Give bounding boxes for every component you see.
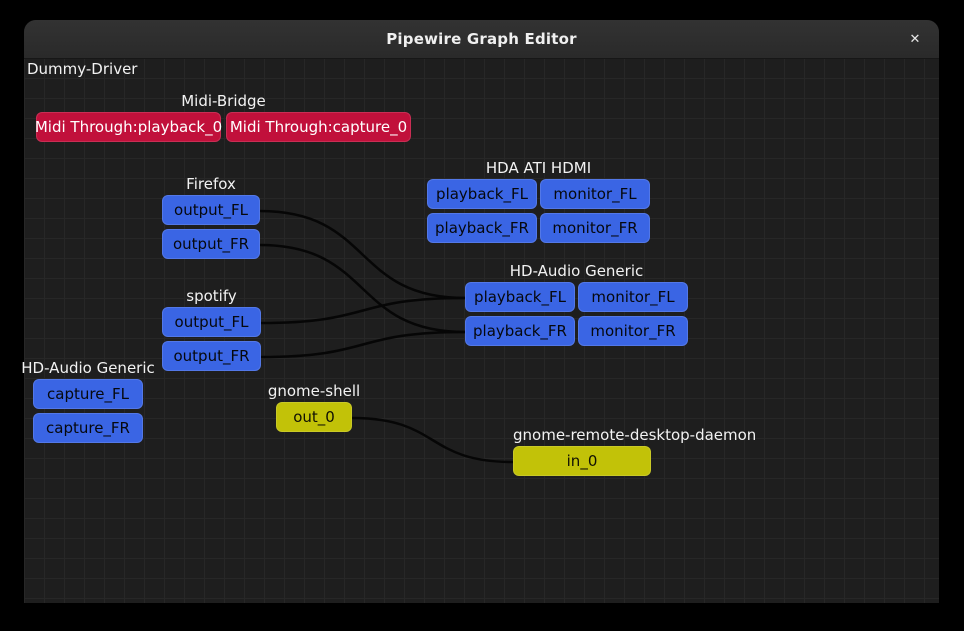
node-midi-bridge[interactable]: Midi-Bridge Midi Through:playback_0Midi T…	[36, 93, 411, 142]
port-monitor-fr[interactable]: monitor_FR	[540, 213, 650, 243]
node-title: Firefox	[162, 176, 260, 193]
port-output-fr[interactable]: output_FR	[162, 229, 260, 259]
node-firefox[interactable]: Firefox output_FL output_FR	[162, 176, 260, 259]
node-gnome-shell[interactable]: gnome-shell out_0	[276, 383, 352, 432]
port-grid: playback_FLmonitor_FLplayback_FRmonitor_…	[465, 282, 688, 346]
port-grid: output_FL output_FR	[162, 195, 260, 259]
node-layer: Dummy-Driver Midi-Bridge Midi Through:play…	[0, 0, 964, 631]
port-capture-fr[interactable]: capture_FR	[33, 413, 143, 443]
port-output-fl[interactable]: output_FL	[162, 307, 261, 337]
port-grid: playback_FLmonitor_FLplayback_FRmonitor_…	[427, 179, 650, 243]
node-title: HDA ATI HDMI	[427, 160, 650, 177]
node-title: gnome-remote-desktop-daemon	[513, 427, 651, 444]
node-gnome-remote-desktop-daemon[interactable]: gnome-remote-desktop-daemon in_0	[513, 427, 651, 476]
port-monitor-fl[interactable]: monitor_FL	[540, 179, 650, 209]
port-playback-fl[interactable]: playback_FL	[465, 282, 575, 312]
port-capture-fl[interactable]: capture_FL	[33, 379, 143, 409]
port-grid: out_0	[276, 402, 352, 432]
node-title: Dummy-Driver	[27, 61, 137, 78]
port-grid: capture_FL capture_FR	[33, 379, 143, 443]
port-midi-through-playback-0[interactable]: Midi Through:playback_0	[36, 112, 221, 142]
node-hda-ati-hdmi[interactable]: HDA ATI HDMI playback_FLmonitor_FLplaybac…	[427, 160, 650, 243]
port-playback-fl[interactable]: playback_FL	[427, 179, 537, 209]
node-spotify[interactable]: spotify output_FL output_FR	[162, 288, 261, 371]
node-dummy-driver[interactable]: Dummy-Driver	[27, 61, 137, 80]
port-grid: Midi Through:playback_0Midi Through:capt…	[36, 112, 411, 142]
node-title: HD-Audio Generic	[33, 360, 143, 377]
node-title: HD-Audio Generic	[465, 263, 688, 280]
port-monitor-fl[interactable]: monitor_FL	[578, 282, 688, 312]
node-title: gnome-shell	[276, 383, 352, 400]
close-icon[interactable]: ✕	[899, 23, 931, 55]
port-grid: output_FL output_FR	[162, 307, 261, 371]
port-playback-fr[interactable]: playback_FR	[465, 316, 575, 346]
node-title: Midi-Bridge	[36, 93, 411, 110]
port-output-fl[interactable]: output_FL	[162, 195, 260, 225]
titlebar[interactable]: Pipewire Graph Editor ✕	[24, 20, 939, 59]
port-grid: in_0	[513, 446, 651, 476]
port-output-fr[interactable]: output_FR	[162, 341, 261, 371]
port-midi-through-capture-0[interactable]: Midi Through:capture_0	[226, 112, 411, 142]
node-hd-audio-generic-capture[interactable]: HD-Audio Generic capture_FL capture_FR	[33, 360, 143, 443]
port-playback-fr[interactable]: playback_FR	[427, 213, 537, 243]
port-out-0[interactable]: out_0	[276, 402, 352, 432]
node-hd-audio-generic-output[interactable]: HD-Audio Generic playback_FLmonitor_FLpla…	[465, 263, 688, 346]
port-in-0[interactable]: in_0	[513, 446, 651, 476]
window-title: Pipewire Graph Editor	[386, 30, 577, 48]
port-monitor-fr[interactable]: monitor_FR	[578, 316, 688, 346]
node-title: spotify	[162, 288, 261, 305]
